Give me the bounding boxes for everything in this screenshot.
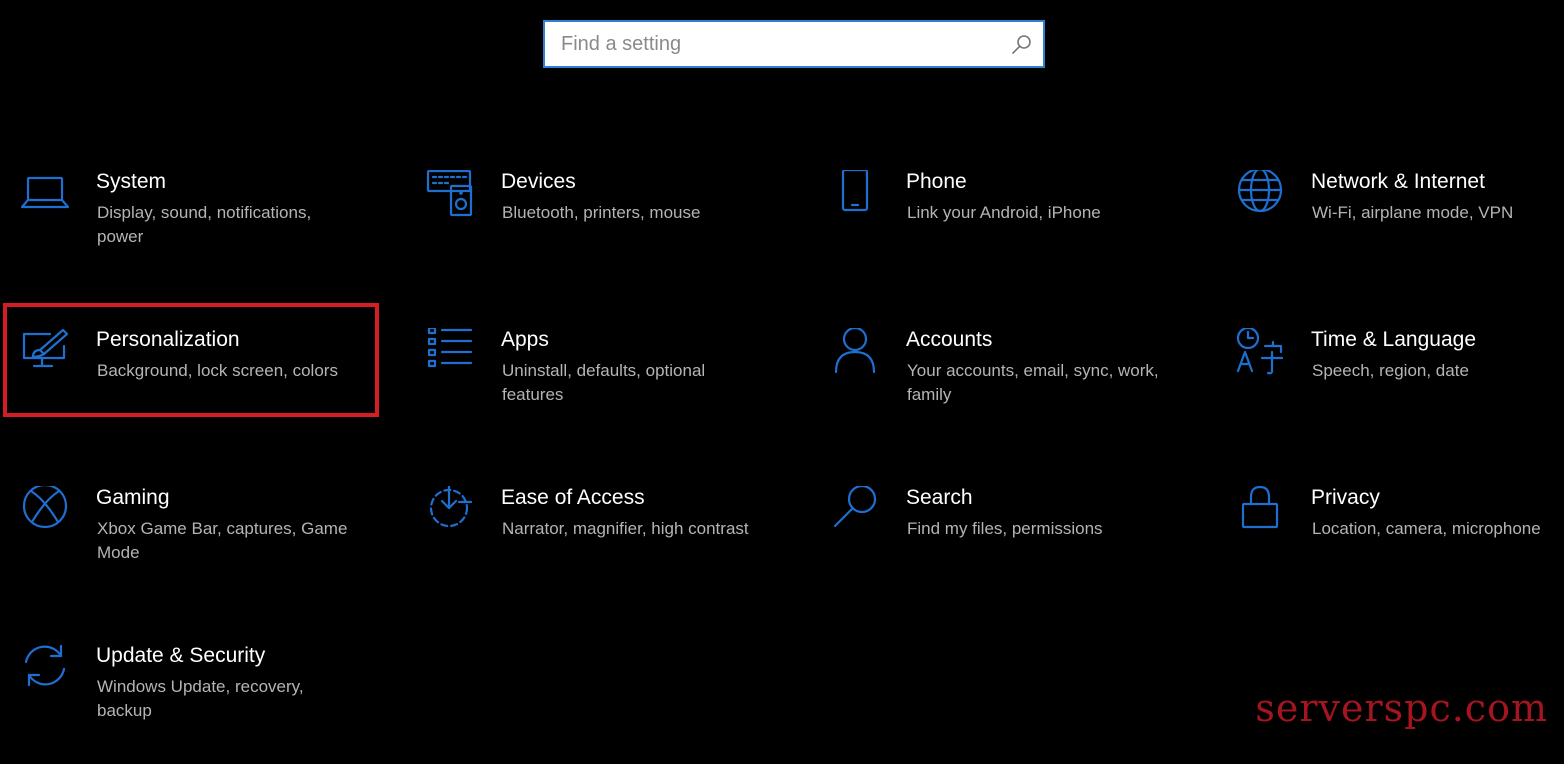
tile-ease-of-access[interactable]: Ease of Access Narrator, magnifier, high… — [425, 486, 805, 606]
tile-title: Update & Security — [96, 644, 266, 667]
tile-title: System — [96, 170, 167, 193]
lock-icon — [1241, 486, 1279, 529]
tile-title: Phone — [906, 170, 967, 193]
tile-title: Ease of Access — [501, 486, 645, 509]
ease-of-access-icon — [429, 486, 473, 528]
tile-title: Apps — [501, 328, 549, 351]
watermark: serverspc.com — [1255, 686, 1548, 730]
tile-description: Find my files, permissions — [907, 519, 1103, 538]
tile-title: Gaming — [96, 486, 170, 509]
tile-description: Location, camera, microphone — [1312, 519, 1541, 538]
tile-title: Network & Internet — [1311, 170, 1485, 193]
search-input[interactable] — [545, 22, 1005, 66]
xbox-icon — [22, 486, 68, 529]
tile-description: Wi-Fi, airplane mode, VPN — [1312, 203, 1514, 222]
tile-apps[interactable]: Apps Uninstall, defaults, optional featu… — [425, 328, 805, 448]
tile-description: Bluetooth, printers, mouse — [502, 203, 701, 222]
tile-devices[interactable]: Devices Bluetooth, printers, mouse — [425, 170, 805, 290]
tile-accounts[interactable]: Accounts Your accounts, email, sync, wor… — [830, 328, 1210, 448]
tile-gaming[interactable]: Gaming Xbox Game Bar, captures, Game Mod… — [20, 486, 400, 606]
tile-description: Your accounts, email, sync, work, family — [907, 361, 1159, 404]
tile-network-internet[interactable]: Network & Internet Wi-Fi, airplane mode,… — [1235, 170, 1564, 290]
tile-phone[interactable]: Phone Link your Android, iPhone — [830, 170, 1210, 290]
tile-description: Speech, region, date — [1312, 361, 1469, 380]
app-list-icon — [427, 328, 473, 368]
tile-title: Privacy — [1311, 486, 1380, 509]
phone-icon — [841, 170, 869, 212]
sync-arrows-icon — [24, 644, 66, 687]
tile-description: Link your Android, iPhone — [907, 203, 1101, 222]
tile-description: Background, lock screen, colors — [97, 361, 338, 380]
paintbrush-monitor-icon — [22, 328, 69, 368]
tile-system[interactable]: System Display, sound, notifications, po… — [20, 170, 400, 290]
tile-title: Devices — [501, 170, 576, 193]
tile-title: Search — [906, 486, 973, 509]
tile-personalization[interactable]: Personalization Background, lock screen,… — [20, 328, 400, 448]
tile-title: Time & Language — [1311, 328, 1476, 351]
search-icon[interactable] — [1011, 34, 1033, 56]
globe-icon — [1237, 170, 1283, 213]
tile-search[interactable]: Search Find my files, permissions — [830, 486, 1210, 606]
laptop-icon — [20, 176, 70, 209]
tile-description: Display, sound, notifications, power — [97, 203, 312, 246]
tile-privacy[interactable]: Privacy Location, camera, microphone — [1235, 486, 1564, 606]
magnifier-icon — [833, 486, 877, 528]
tile-update-security[interactable]: Update & Security Windows Update, recove… — [20, 644, 400, 764]
keyboard-speaker-icon — [426, 170, 473, 217]
tile-title: Accounts — [906, 328, 993, 351]
tile-description: Narrator, magnifier, high contrast — [502, 519, 749, 538]
search-box[interactable] — [543, 20, 1045, 68]
tile-description: Uninstall, defaults, optional features — [502, 361, 706, 404]
tile-description: Xbox Game Bar, captures, Game Mode — [97, 519, 348, 562]
tile-title: Personalization — [96, 328, 240, 351]
tile-description: Windows Update, recovery, backup — [97, 677, 304, 720]
tile-time-language[interactable]: Time & Language Speech, region, date — [1235, 328, 1564, 448]
time-language-icon — [1236, 328, 1284, 375]
person-icon — [834, 328, 876, 374]
